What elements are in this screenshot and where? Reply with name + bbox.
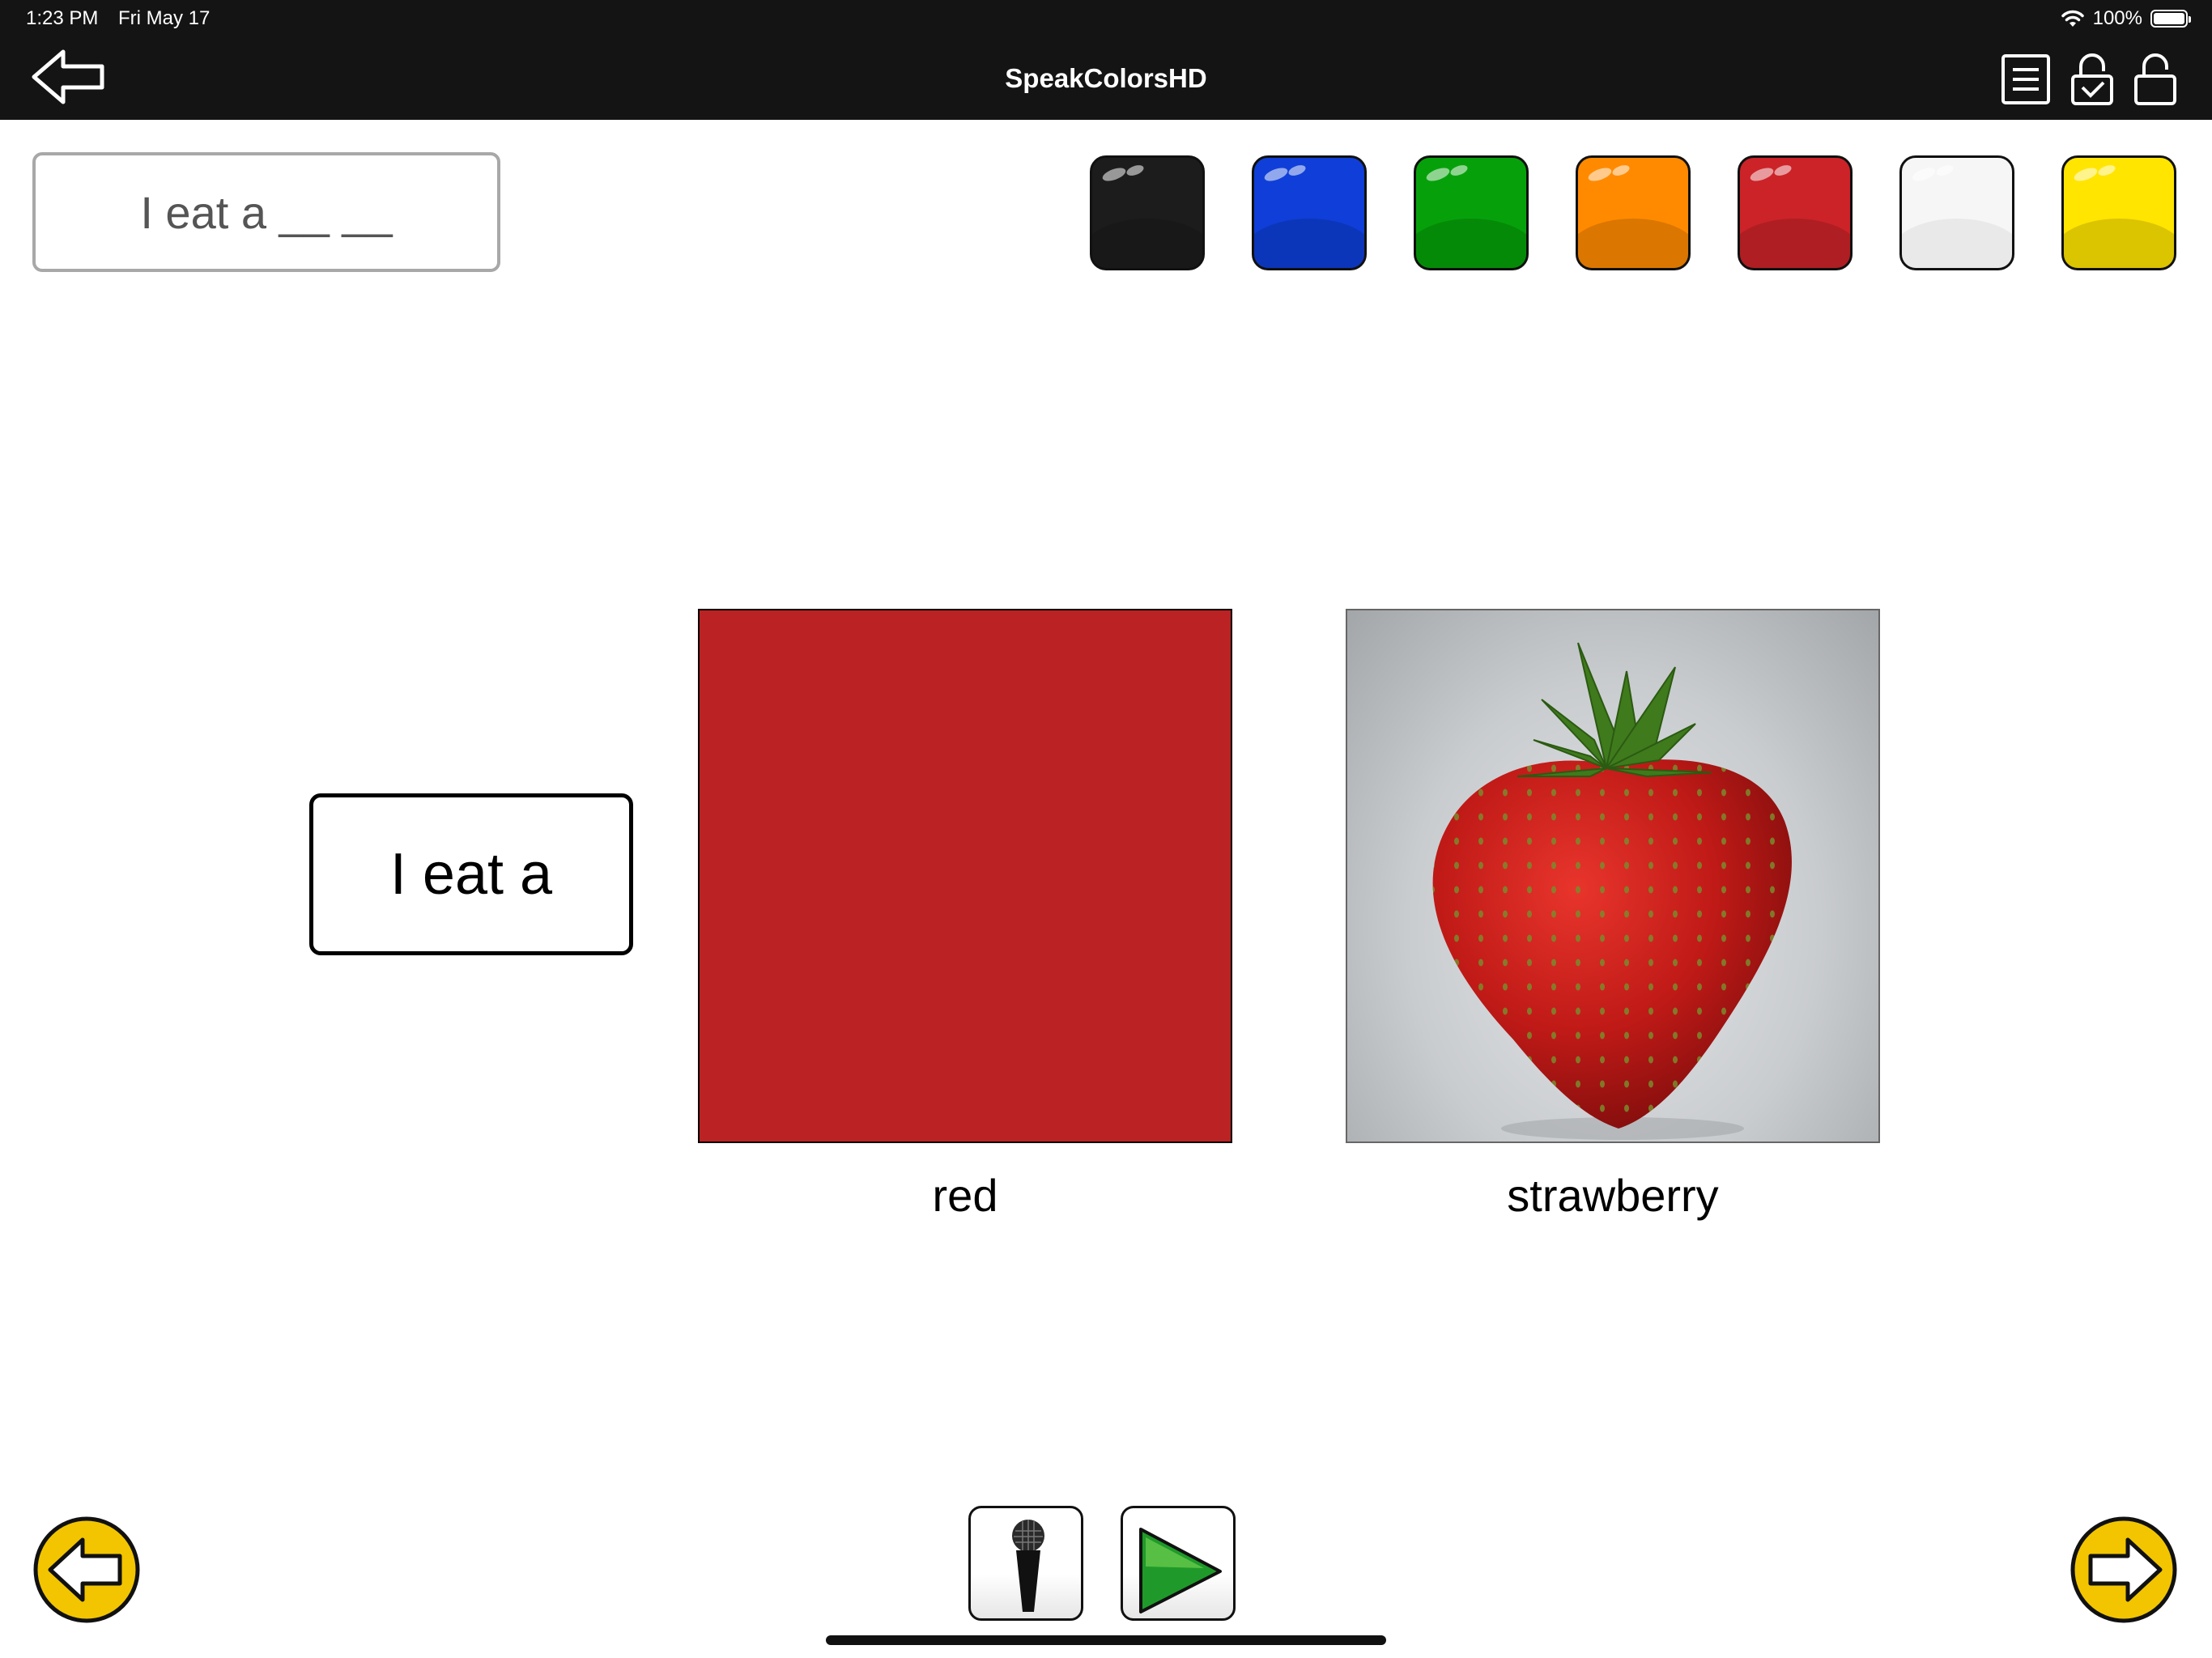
fruit-label: strawberry [1507, 1170, 1719, 1221]
app-title: SpeakColorsHD [1005, 63, 1207, 93]
status-time: 1:23 PM [26, 7, 99, 29]
battery-icon [2150, 10, 2191, 28]
list-icon[interactable] [2000, 52, 2052, 105]
lock-check-icon[interactable] [2066, 52, 2118, 105]
record-button[interactable] [968, 1506, 1083, 1621]
play-icon [1139, 1528, 1222, 1613]
swatch-black[interactable] [1090, 155, 1205, 270]
unlock-icon[interactable] [2129, 52, 2181, 105]
swatch-yellow[interactable] [2061, 155, 2176, 270]
play-button[interactable] [1121, 1506, 1236, 1621]
swatch-red[interactable] [1738, 155, 1853, 270]
strawberry-icon [1432, 642, 1792, 1140]
battery-percent: 100% [2092, 7, 2142, 29]
status-right: 100% [2061, 6, 2191, 31]
status-date: Fri May 17 [118, 7, 211, 29]
swatch-green[interactable] [1414, 155, 1529, 270]
home-indicator [826, 1635, 1386, 1645]
previous-arrow-icon[interactable] [32, 1516, 141, 1624]
top-bar: 1:23 PM Fri May 17 100% SpeakColorsHD [0, 0, 2212, 120]
phrase-card[interactable]: I eat a [309, 793, 633, 955]
swatch-blue[interactable] [1252, 155, 1367, 270]
swatch-white[interactable] [1899, 155, 2014, 270]
swatch-orange[interactable] [1576, 155, 1691, 270]
next-arrow-icon[interactable] [2069, 1516, 2178, 1624]
strawberry-image[interactable] [1346, 609, 1880, 1143]
color-card-red[interactable] [698, 609, 1232, 1143]
color-palette [0, 155, 2212, 270]
microphone-icon [1012, 1520, 1044, 1612]
color-label: red [932, 1170, 998, 1221]
wifi-icon [2061, 10, 2084, 27]
